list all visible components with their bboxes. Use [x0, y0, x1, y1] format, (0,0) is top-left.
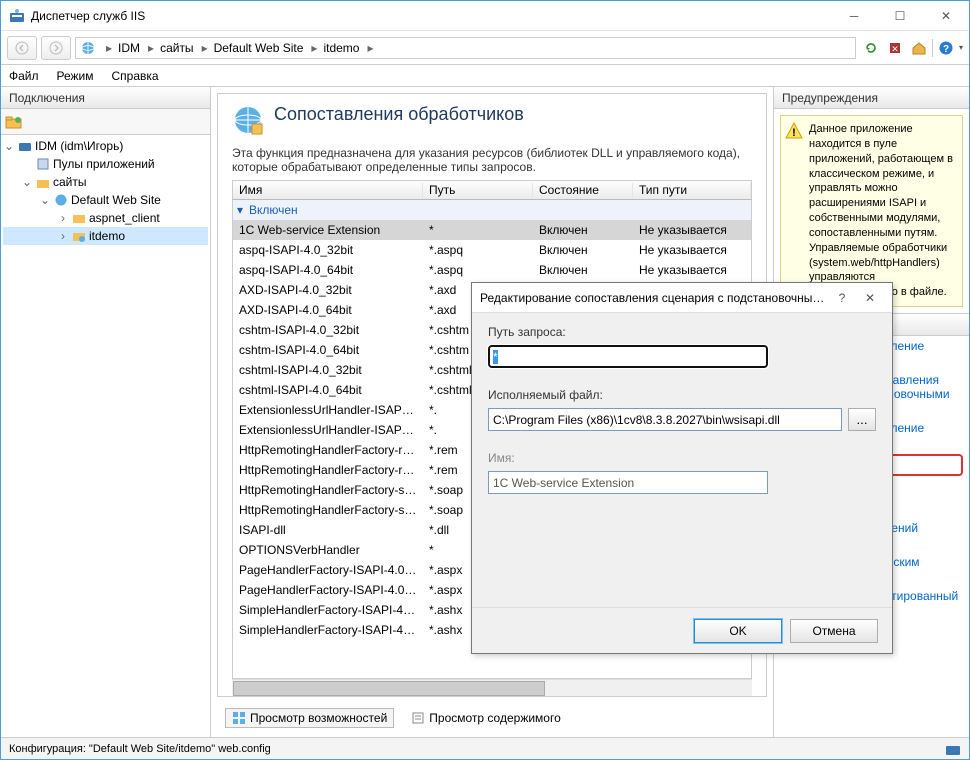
status-text: Конфигурация: "Default Web Site/itdemo" …	[9, 743, 271, 755]
status-icon	[945, 741, 961, 757]
warnings-header: Предупреждения	[774, 87, 969, 109]
folder-icon[interactable]	[5, 114, 23, 130]
crumb-itdemo[interactable]: itdemo	[323, 41, 359, 55]
ok-button[interactable]: OK	[694, 619, 782, 643]
features-icon	[232, 711, 246, 725]
col-type[interactable]: Тип пути	[633, 183, 751, 197]
server-icon	[80, 40, 96, 56]
menubar: Файл Режим Справка	[1, 65, 969, 87]
iis-icon	[9, 8, 25, 24]
tree-root[interactable]: IDM (idm\Игорь)	[35, 139, 123, 153]
connections-toolbar	[1, 109, 210, 135]
group-enabled[interactable]: ▾Включен	[233, 200, 751, 220]
home-icon[interactable]	[908, 37, 930, 59]
breadcrumb[interactable]: ▸IDM ▸сайты ▸Default Web Site ▸itdemo ▸	[75, 37, 856, 59]
maximize-button[interactable]: ☐	[877, 1, 923, 31]
input-request-path[interactable]	[488, 345, 768, 368]
sites-icon	[35, 174, 51, 190]
horizontal-scrollbar[interactable]	[232, 679, 752, 696]
menu-help[interactable]: Справка	[112, 69, 159, 83]
col-path[interactable]: Путь	[423, 183, 533, 197]
page-title: Сопоставления обработчиков	[274, 104, 524, 125]
connections-tree: ⌄IDM (idm\Игорь) Пулы приложений ⌄сайты …	[1, 135, 210, 737]
warning-box: ! Данное приложение находится в пуле при…	[780, 115, 963, 307]
svg-text:✕: ✕	[891, 44, 899, 54]
crumb-sites[interactable]: сайты	[160, 41, 194, 55]
table-row[interactable]: aspq-ISAPI-4.0_32bit*.aspqВключенНе указ…	[233, 240, 751, 260]
table-row[interactable]: 1C Web-service Extension*ВключенНе указы…	[233, 220, 751, 240]
folder-icon	[71, 210, 87, 226]
dialog-title: Редактирование сопоставления сценария с …	[480, 291, 828, 305]
input-name	[488, 471, 768, 494]
tree-itdemo[interactable]: itdemo	[89, 229, 125, 243]
site-icon	[53, 192, 69, 208]
edit-mapping-dialog: Редактирование сопоставления сценария с …	[471, 282, 893, 654]
crumb-default[interactable]: Default Web Site	[214, 41, 304, 55]
label-request-path: Путь запроса:	[488, 325, 876, 339]
label-executable: Исполняемый файл:	[488, 388, 876, 402]
content-icon	[411, 711, 425, 725]
dialog-help-button[interactable]: ?	[828, 291, 856, 305]
col-state[interactable]: Состояние	[533, 183, 633, 197]
menu-mode[interactable]: Режим	[57, 69, 94, 83]
warning-text: Данное приложение находится в пуле прило…	[809, 123, 953, 298]
help-icon[interactable]: ?	[935, 37, 957, 59]
menu-file[interactable]: Файл	[9, 69, 39, 83]
warning-icon: !	[785, 122, 803, 140]
cancel-button[interactable]: Отмена	[790, 619, 878, 643]
minimize-button[interactable]: ─	[831, 1, 877, 31]
help-dropdown-icon[interactable]: ▾	[959, 43, 963, 52]
center-panel: Сопоставления обработчиков Эта функция п…	[211, 87, 774, 737]
browse-button[interactable]: ...	[848, 408, 876, 431]
connections-panel: Подключения ⌄IDM (idm\Игорь) Пулы прилож…	[1, 87, 211, 737]
col-name[interactable]: Имя	[233, 183, 423, 197]
refresh-icon[interactable]	[860, 37, 882, 59]
tree-sites[interactable]: сайты	[53, 175, 87, 189]
titlebar: Диспетчер служб IIS ─ ☐ ✕	[1, 1, 969, 31]
page-description: Эта функция предназначена для указания р…	[218, 146, 766, 180]
tree-defsite[interactable]: Default Web Site	[71, 193, 161, 207]
svg-text:!: !	[792, 127, 796, 139]
apppools-icon	[35, 156, 51, 172]
svg-text:?: ?	[943, 44, 949, 55]
grid-header: Имя Путь Состояние Тип пути	[232, 180, 752, 200]
dialog-close-button[interactable]: ✕	[856, 291, 884, 305]
crumb-idm[interactable]: IDM	[118, 41, 140, 55]
app-icon	[71, 228, 87, 244]
navbar: ▸IDM ▸сайты ▸Default Web Site ▸itdemo ▸ …	[1, 31, 969, 65]
tab-content[interactable]: Просмотр содержимого	[404, 708, 567, 728]
close-button[interactable]: ✕	[923, 1, 969, 31]
input-executable[interactable]	[488, 408, 842, 431]
connections-header: Подключения	[1, 87, 210, 109]
tab-features[interactable]: Просмотр возможностей	[225, 708, 394, 728]
label-name: Имя:	[488, 451, 876, 465]
statusbar: Конфигурация: "Default Web Site/itdemo" …	[1, 737, 969, 759]
back-button[interactable]	[7, 36, 37, 60]
tree-apppools[interactable]: Пулы приложений	[53, 157, 155, 171]
server-icon	[17, 138, 33, 154]
handlers-icon	[232, 104, 264, 136]
forward-button[interactable]	[41, 36, 71, 60]
stop-icon[interactable]: ✕	[884, 37, 906, 59]
table-row[interactable]: aspq-ISAPI-4.0_64bit*.aspqВключенНе указ…	[233, 260, 751, 280]
tree-aspnet[interactable]: aspnet_client	[89, 211, 160, 225]
window-title: Диспетчер служб IIS	[31, 9, 831, 23]
